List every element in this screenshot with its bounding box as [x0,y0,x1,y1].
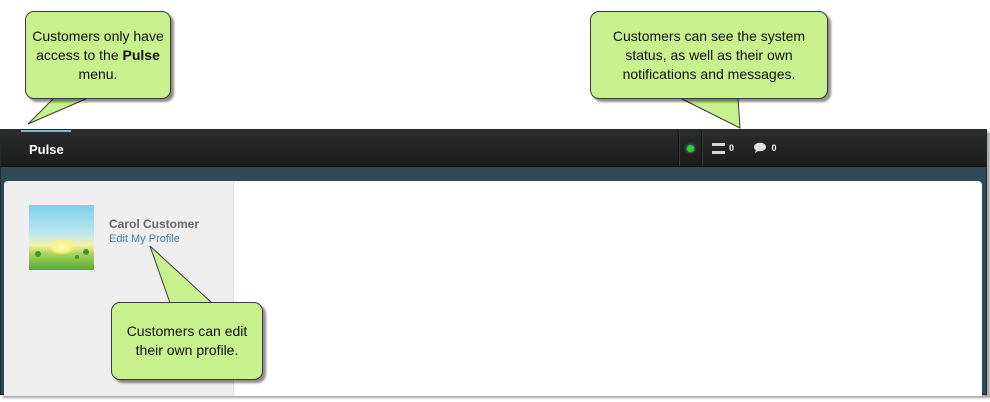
callout-pulse-menu-text: Customers only have access to the Pulse … [26,27,170,84]
callout-pulse-menu-suffix: menu. [78,65,118,82]
callout-pulse-menu-bold: Pulse [122,46,160,63]
callout-system-status: Customers can see the system status, as … [590,11,828,99]
callout-edit-profile: Customers can edit their own profile. [111,302,263,380]
callout-pulse-menu: Customers only have access to the Pulse … [25,11,171,99]
callout-edit-profile-text: Customers can edit their own profile. [126,323,248,358]
callout-system-status-text: Customers can see the system status, as … [612,27,806,82]
